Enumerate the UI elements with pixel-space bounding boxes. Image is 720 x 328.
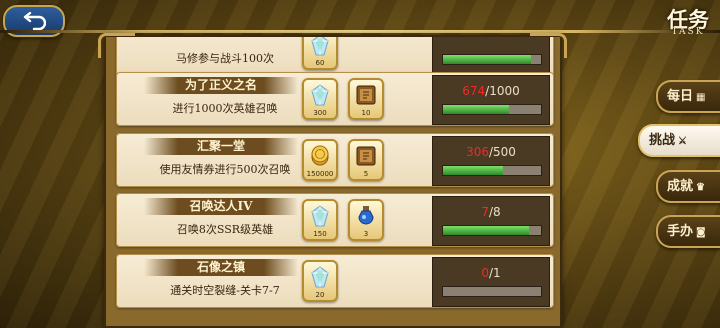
calendar-icon: ▦ — [696, 92, 706, 103]
figure-icon: ◙ — [696, 227, 706, 238]
tab-daily[interactable]: 每日 ▦ — [656, 80, 720, 113]
tab-figure-label: 手办 — [667, 224, 694, 239]
quest-description: 使用友情券进行500次召唤 — [159, 163, 291, 176]
progress-bar — [442, 286, 542, 297]
reward-quantity: 150 — [313, 230, 327, 238]
quest-row[interactable]: 汇聚一堂使用友情券进行500次召唤 150000 5 306/500 — [116, 133, 554, 187]
tab-figure[interactable]: 手办 ◙ — [656, 215, 720, 248]
reward-quantity: 150000 — [306, 170, 334, 178]
reward-quantity: 20 — [315, 291, 325, 299]
progress-fill — [443, 105, 509, 114]
tab-achievement-label: 成就 — [667, 179, 694, 194]
reward-quantity: 300 — [313, 109, 327, 117]
page-subtitle: TASK — [671, 27, 705, 37]
reward-slot[interactable]: 150000 — [302, 139, 338, 181]
reward-quantity: 60 — [315, 59, 325, 67]
progress-box: 7/8 — [432, 196, 550, 246]
reward-slot[interactable]: 300 — [302, 78, 338, 120]
progress-text: 674/1000 — [433, 84, 549, 98]
progress-box: 306/500 — [432, 136, 550, 186]
quest-list[interactable]: 马修参与战斗100次 60 为了正义之名进行1000次英雄召唤 300 10 6… — [0, 37, 720, 328]
tab-achievement[interactable]: 成就 ♛ — [656, 170, 720, 203]
trophy-icon: ♛ — [696, 182, 705, 193]
progress-fill — [443, 166, 503, 175]
reward-quantity: 5 — [363, 170, 369, 178]
progress-bar — [442, 54, 542, 65]
progress-bar — [442, 104, 542, 115]
progress-total: /1000 — [485, 84, 520, 98]
progress-bar — [442, 165, 542, 176]
reward-quantity: 10 — [361, 109, 371, 117]
progress-total: /1 — [488, 266, 501, 280]
tab-daily-label: 每日 — [667, 89, 694, 104]
progress-current: 306 — [466, 145, 489, 159]
progress-bar — [442, 225, 542, 236]
quest-description: 通关时空裂缝-关卡7-7 — [170, 284, 280, 297]
quest-row[interactable]: 石像之镇通关时空裂缝-关卡7-7 20 0/1 — [116, 254, 554, 308]
quest-name: 石像之镇 — [144, 259, 298, 276]
quest-description: 进行1000次英雄召唤 — [172, 102, 278, 115]
quest-description: 召唤8次SSR级英雄 — [176, 223, 274, 236]
progress-total: /8 — [488, 205, 501, 219]
reward-slot[interactable]: 5 — [348, 139, 384, 181]
quest-row[interactable]: 为了正义之名进行1000次英雄召唤 300 10 674/1000 — [116, 72, 554, 126]
reward-slot[interactable]: 150 — [302, 199, 338, 241]
progress-current: 674 — [462, 84, 486, 98]
reward-quantity: 3 — [363, 230, 369, 238]
crossed-swords-icon: ⚔ — [678, 136, 687, 147]
reward-slot[interactable]: 10 — [348, 78, 384, 120]
reward-slot[interactable]: 20 — [302, 260, 338, 302]
progress-fill — [443, 55, 531, 64]
tab-challenge[interactable]: 挑战 ⚔ — [638, 124, 720, 157]
tab-challenge-label: 挑战 — [649, 133, 676, 148]
quest-description: 马修参与战斗100次 — [176, 52, 274, 65]
quest-name: 为了正义之名 — [144, 77, 298, 94]
progress-text: 306/500 — [433, 145, 549, 159]
progress-text: 0/1 — [433, 266, 549, 280]
reward-slot[interactable]: 3 — [348, 199, 384, 241]
progress-box: 674/1000 — [432, 75, 550, 125]
quest-name: 汇聚一堂 — [144, 138, 298, 155]
progress-box: 0/1 — [432, 257, 550, 307]
progress-fill — [443, 226, 529, 235]
quest-name: 召唤达人IV — [144, 198, 298, 215]
progress-total: /500 — [488, 145, 516, 159]
quest-row[interactable]: 召唤达人IV 召唤8次SSR级英雄 150 3 7/8 — [116, 193, 554, 247]
progress-current: 7 — [481, 205, 489, 219]
progress-current: 0 — [481, 266, 489, 280]
progress-text: 7/8 — [433, 205, 549, 219]
back-arrow-icon — [23, 12, 46, 30]
